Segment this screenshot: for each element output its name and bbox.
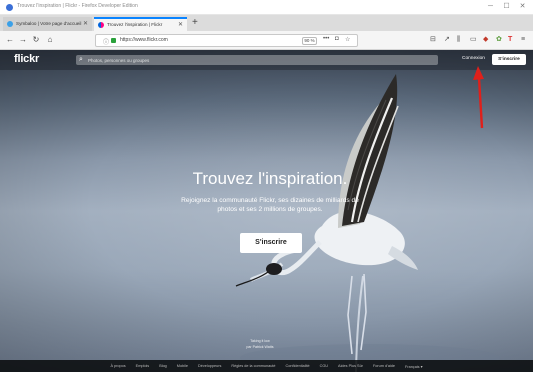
- firefox-icon: [6, 4, 13, 11]
- navigation-toolbar: ← → ↻ ⌂ ⓘ https://www.flickr.com 90 % ••…: [0, 31, 533, 50]
- forward-icon[interactable]: →: [17, 34, 29, 46]
- minimize-icon[interactable]: ─: [484, 1, 497, 13]
- flickr-page: flickr ⌕ Connexion S'inscrire Trouvez l'…: [0, 50, 533, 372]
- extension-icon[interactable]: ✿: [496, 35, 502, 45]
- star-icon[interactable]: ☆: [345, 36, 350, 43]
- symbaloo-favicon-icon: [7, 21, 13, 27]
- address-bar[interactable]: ⓘ https://www.flickr.com 90 % ••• ◘ ☆: [95, 34, 358, 47]
- downloads-icon[interactable]: ⊟: [430, 35, 436, 45]
- tab-symbaloo[interactable]: Symbaloo | Votre page d'accueil ✕: [3, 17, 92, 31]
- flickr-header: flickr ⌕ Connexion S'inscrire: [0, 50, 533, 70]
- hero-signup-button[interactable]: S'inscrire: [240, 233, 302, 253]
- url-text[interactable]: https://www.flickr.com: [120, 37, 168, 43]
- tab-label: Trouvez l'inspiration | Flickr: [107, 22, 163, 27]
- info-icon[interactable]: ⓘ: [103, 37, 109, 46]
- photo-author[interactable]: par Patrick Watts: [230, 344, 290, 350]
- photo-credit[interactable]: Taking it low par Patrick Watts: [230, 338, 290, 350]
- footer-link[interactable]: Développeurs: [198, 364, 221, 368]
- footer-link[interactable]: CGU: [320, 364, 328, 368]
- screenshot-icon[interactable]: ↗: [444, 35, 450, 45]
- pocket-icon[interactable]: ◘: [335, 36, 339, 42]
- flickr-footer: À propos Emplois Blog Mobile Développeurs Règ…: [0, 360, 533, 372]
- footer-link[interactable]: Aides Plus Sûr: [338, 364, 363, 368]
- window-title: Trouvez l'inspiration | Flickr - Firefox…: [17, 3, 138, 9]
- menu-icon[interactable]: ≡: [521, 35, 525, 45]
- back-icon[interactable]: ←: [4, 34, 16, 46]
- zoom-level[interactable]: 90 %: [302, 37, 317, 45]
- hero-title: Trouvez l'inspiration.: [192, 169, 348, 188]
- footer-link[interactable]: Forum d'aide: [373, 364, 395, 368]
- footer-links: À propos Emplois Blog Mobile Développeurs Règ…: [0, 360, 533, 372]
- search-input[interactable]: [88, 55, 428, 65]
- sidebar-icon[interactable]: ▭: [470, 35, 477, 45]
- extension-icon[interactable]: ◆: [483, 35, 488, 45]
- close-window-icon[interactable]: ✕: [516, 1, 529, 13]
- hero-subtitle: Rejoignez la communauté Flickr, ses diza…: [181, 197, 359, 213]
- reload-icon[interactable]: ↻: [30, 34, 42, 46]
- new-tab-icon[interactable]: +: [192, 16, 198, 30]
- signup-button[interactable]: S'inscrire: [492, 54, 526, 65]
- tab-flickr[interactable]: Trouvez l'inspiration | Flickr ✕: [94, 17, 187, 31]
- extension-icon[interactable]: T: [508, 35, 512, 45]
- footer-link[interactable]: Emplois: [136, 364, 150, 368]
- close-tab-icon[interactable]: ✕: [178, 19, 183, 31]
- flickr-favicon-icon: [98, 22, 104, 28]
- footer-link[interactable]: À propos: [110, 364, 125, 368]
- footer-link[interactable]: Français ▾: [405, 364, 423, 369]
- footer-link[interactable]: Blog: [159, 364, 167, 368]
- flickr-search-box[interactable]: ⌕: [76, 55, 438, 65]
- tab-strip: Symbaloo | Votre page d'accueil ✕ Trouve…: [0, 15, 533, 31]
- close-tab-icon[interactable]: ✕: [83, 17, 88, 31]
- annotation-arrow-icon: [473, 66, 484, 129]
- maximize-icon[interactable]: ☐: [500, 1, 513, 13]
- footer-link[interactable]: Confidentialité: [286, 364, 310, 368]
- footer-link[interactable]: Règles de la communauté: [231, 364, 275, 368]
- lock-icon: [111, 38, 116, 43]
- window-titlebar: Trouvez l'inspiration | Flickr - Firefox…: [0, 0, 533, 15]
- home-icon[interactable]: ⌂: [44, 34, 56, 46]
- search-icon: ⌕: [79, 56, 83, 63]
- page-actions-icon[interactable]: •••: [323, 36, 329, 42]
- flickr-logo[interactable]: flickr: [14, 53, 39, 65]
- login-link[interactable]: Connexion: [462, 56, 485, 61]
- library-icon[interactable]: ⫼: [457, 35, 460, 45]
- footer-link[interactable]: Mobile: [177, 364, 188, 368]
- tab-label: Symbaloo | Votre page d'accueil: [16, 21, 82, 26]
